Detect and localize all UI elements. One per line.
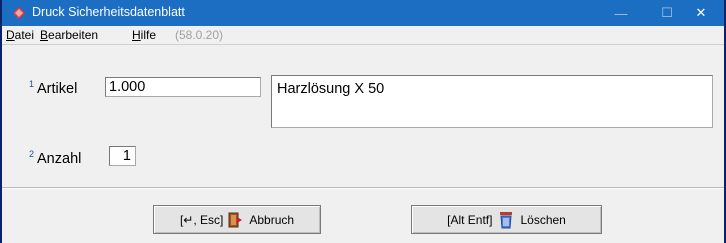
anzahl-label: 2 Anzahl <box>29 149 82 167</box>
menu-datei[interactable]: Datei <box>6 28 34 42</box>
app-icon <box>13 7 25 19</box>
anzahl-input[interactable]: 1 <box>109 146 136 166</box>
application-window: Druck Sicherheitsdatenblatt — ☐ ✕ Datei … <box>0 0 726 243</box>
menu-bearbeiten[interactable]: Bearbeiten <box>40 28 98 42</box>
artikel-index: 1 <box>29 79 35 89</box>
loeschen-label: Löschen <box>520 212 566 227</box>
button-area-divider <box>2 187 724 189</box>
version-label: (58.0.20) <box>175 28 224 42</box>
window-title: Druck Sicherheitsdatenblatt <box>32 5 185 19</box>
article-description-field: Harzlösung X 50 <box>271 75 713 128</box>
loeschen-shortcut: [Alt Entf] <box>447 212 493 227</box>
menu-hilfe[interactable]: Hilfe <box>132 28 156 42</box>
abbruch-button[interactable]: [↵, Esc] Abbruch <box>153 205 321 234</box>
close-button[interactable]: ✕ <box>678 0 724 26</box>
menu-bar: Datei Bearbeiten Hilfe (58.0.20) <box>2 26 724 45</box>
title-bar[interactable]: Druck Sicherheitsdatenblatt — ☐ ✕ <box>2 0 724 26</box>
exit-door-icon <box>228 212 243 227</box>
minimize-button[interactable]: — <box>598 0 644 26</box>
artikel-label: 1 Artikel <box>29 79 78 97</box>
anzahl-index: 2 <box>29 149 35 159</box>
loeschen-button[interactable]: [Alt Entf] Löschen <box>411 205 602 234</box>
abbruch-shortcut: [↵, Esc] <box>179 212 224 227</box>
trash-can-icon <box>500 211 513 228</box>
artikel-input[interactable]: 1.000 <box>105 77 261 97</box>
abbruch-label: Abbruch <box>249 212 295 227</box>
bottom-edge <box>2 239 724 243</box>
